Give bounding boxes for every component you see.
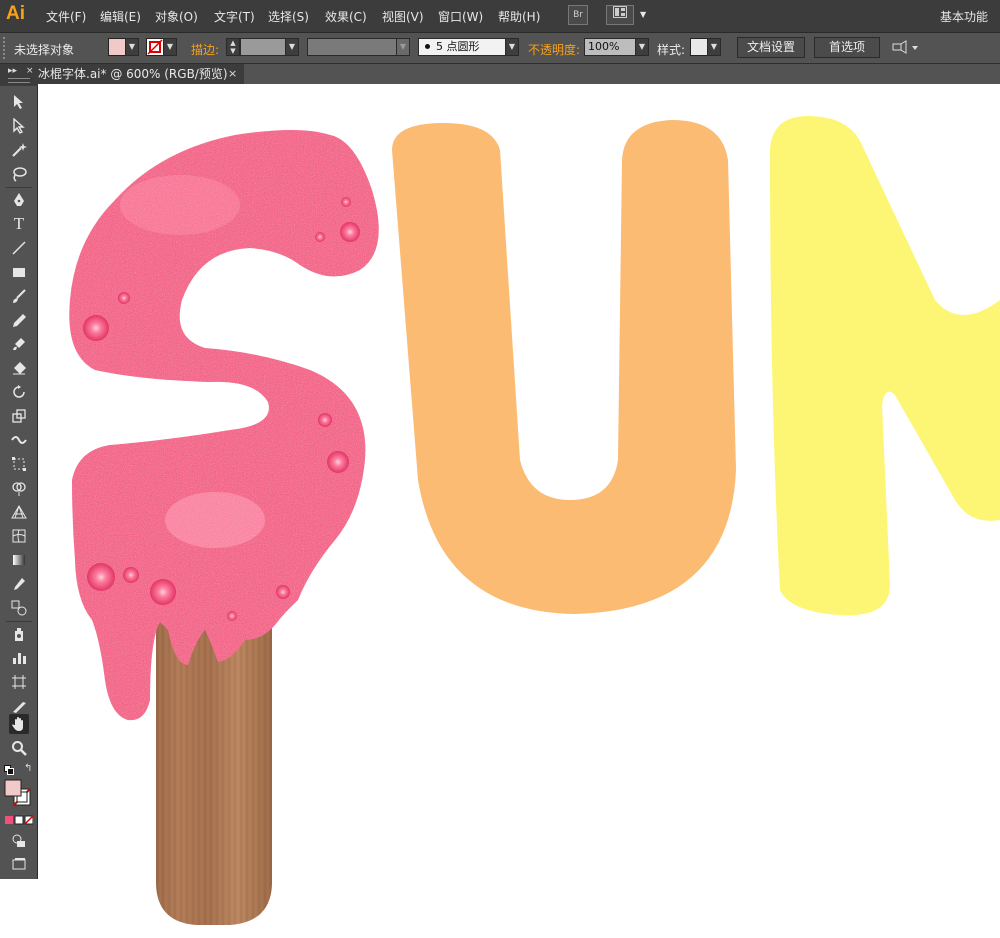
menu-select[interactable]: 选择(S) [268, 8, 309, 25]
symbol-sprayer-tool-icon[interactable] [9, 624, 29, 644]
graphic-style-swatch[interactable] [690, 38, 708, 56]
document-setup-button[interactable]: 文档设置 [737, 37, 805, 58]
opacity-field[interactable]: 100% [584, 38, 636, 56]
swap-colors-icon[interactable]: ↰ [24, 763, 32, 774]
menu-file[interactable]: 文件(F) [46, 8, 86, 25]
arrange-documents-icon[interactable] [606, 5, 634, 25]
letter-s-popsicle [69, 130, 379, 721]
selection-tool-icon[interactable] [9, 92, 29, 112]
screen-mode-icon[interactable] [9, 854, 29, 874]
artboard-canvas[interactable] [38, 84, 1000, 938]
artwork [69, 115, 1000, 925]
direct-selection-tool-icon[interactable] [9, 116, 29, 136]
fill-stroke-indicator[interactable] [4, 779, 32, 807]
menu-window[interactable]: 窗口(W) [438, 8, 483, 25]
fill-dropdown-icon[interactable]: ▼ [125, 38, 139, 56]
eraser-tool-icon[interactable] [9, 358, 29, 378]
lasso-tool-icon[interactable] [9, 164, 29, 184]
stroke-dropdown-icon[interactable]: ▼ [163, 38, 177, 56]
tools-panel: ▸▸ × T ↰ [0, 64, 38, 879]
letter-m [770, 115, 1000, 616]
blend-tool-icon[interactable] [9, 598, 29, 618]
default-colors-icon[interactable] [4, 764, 14, 775]
zoom-tool-icon[interactable] [9, 738, 29, 758]
stroke-weight-dropdown-icon[interactable]: ▼ [285, 38, 299, 56]
stroke-none-swatch[interactable] [146, 38, 164, 56]
variable-width-profile[interactable] [307, 38, 404, 56]
menu-type[interactable]: 文字(T) [214, 8, 255, 25]
brush-definition-value: 5 点圆形 [436, 40, 480, 53]
tool-separator [6, 187, 32, 188]
control-panel: 未选择对象 ▼ ▼ 描边: ▲ ▼ ▼ ▼ 5 点圆形 ▼ 不透明度: 100% … [0, 33, 1000, 64]
opacity-label[interactable]: 不透明度: [528, 41, 580, 58]
gradient-tool-icon[interactable] [9, 550, 29, 570]
opacity-dropdown-icon[interactable]: ▼ [635, 38, 649, 56]
brush-definition-field[interactable]: 5 点圆形 [418, 38, 506, 56]
brush-dropdown-icon[interactable]: ▼ [505, 38, 519, 56]
panel-close-icon[interactable]: × [26, 66, 34, 76]
stroke-weight-stepper[interactable]: ▲ ▼ [226, 38, 240, 56]
stroke-weight-label[interactable]: 描边: [191, 41, 219, 58]
fill-color-swatch[interactable] [108, 38, 126, 56]
scale-tool-icon[interactable] [9, 406, 29, 426]
selection-status: 未选择对象 [14, 43, 75, 57]
workspace-switcher[interactable]: 基本功能 [940, 8, 988, 25]
menu-object[interactable]: 对象(O) [155, 8, 198, 25]
document-tab-title: 冰棍字体.ai* @ 600% (RGB/预览) [38, 67, 228, 81]
rotate-tool-icon[interactable] [9, 382, 29, 402]
menu-help[interactable]: 帮助(H) [498, 8, 540, 25]
style-dropdown-icon[interactable]: ▼ [707, 38, 721, 56]
preferences-button[interactable]: 首选项 [814, 37, 880, 58]
magic-wand-tool-icon[interactable] [9, 140, 29, 160]
drawing-mode-icon[interactable] [9, 831, 29, 851]
menu-effect[interactable]: 效果(C) [325, 8, 367, 25]
app-logo: Ai [6, 3, 25, 24]
menu-edit[interactable]: 编辑(E) [100, 8, 141, 25]
hand-tool-icon[interactable] [9, 714, 29, 734]
collapse-panel-icon[interactable]: ▸▸ [8, 66, 17, 76]
rectangle-tool-icon[interactable] [9, 262, 29, 282]
bridge-button[interactable]: Br [568, 5, 588, 25]
style-label: 样式: [657, 43, 686, 57]
artboard-tool-icon[interactable] [9, 672, 29, 692]
panel-menu-icon[interactable] [892, 40, 920, 59]
document-tab-bar: 冰棍字体.ai* @ 600% (RGB/预览) × [0, 64, 1000, 84]
letter-u [392, 120, 736, 614]
slice-tool-icon[interactable] [9, 696, 29, 716]
close-tab-icon[interactable]: × [228, 64, 237, 84]
type-tool-icon[interactable]: T [9, 214, 29, 234]
color-mode-buttons[interactable] [5, 814, 34, 828]
perspective-grid-tool-icon[interactable] [9, 502, 29, 522]
shape-builder-tool-icon[interactable] [9, 478, 29, 498]
panel-grip-icon[interactable] [3, 37, 9, 59]
tool-separator [6, 621, 32, 622]
stroke-weight-field[interactable] [240, 38, 286, 56]
eyedropper-tool-icon[interactable] [9, 574, 29, 594]
mesh-tool-icon[interactable] [9, 526, 29, 546]
paintbrush-tool-icon[interactable] [9, 286, 29, 306]
brush-dot-icon [425, 43, 430, 49]
profile-dropdown-icon[interactable]: ▼ [396, 38, 410, 56]
popsicle-stick [156, 620, 272, 925]
pencil-tool-icon[interactable] [9, 310, 29, 330]
menu-bar: Ai 文件(F) 编辑(E) 对象(O) 文字(T) 选择(S) 效果(C) 视… [0, 0, 1000, 33]
blob-brush-tool-icon[interactable] [9, 334, 29, 354]
tools-panel-header[interactable]: ▸▸ × [0, 64, 38, 86]
panel-grip-icon[interactable] [8, 78, 30, 83]
pen-tool-icon[interactable] [9, 190, 29, 210]
menu-view[interactable]: 视图(V) [382, 8, 424, 25]
free-transform-tool-icon[interactable] [9, 454, 29, 474]
width-tool-icon[interactable] [9, 430, 29, 450]
arrange-dropdown-icon[interactable]: ▼ [640, 10, 646, 19]
line-segment-tool-icon[interactable] [9, 238, 29, 258]
column-graph-tool-icon[interactable] [9, 648, 29, 668]
